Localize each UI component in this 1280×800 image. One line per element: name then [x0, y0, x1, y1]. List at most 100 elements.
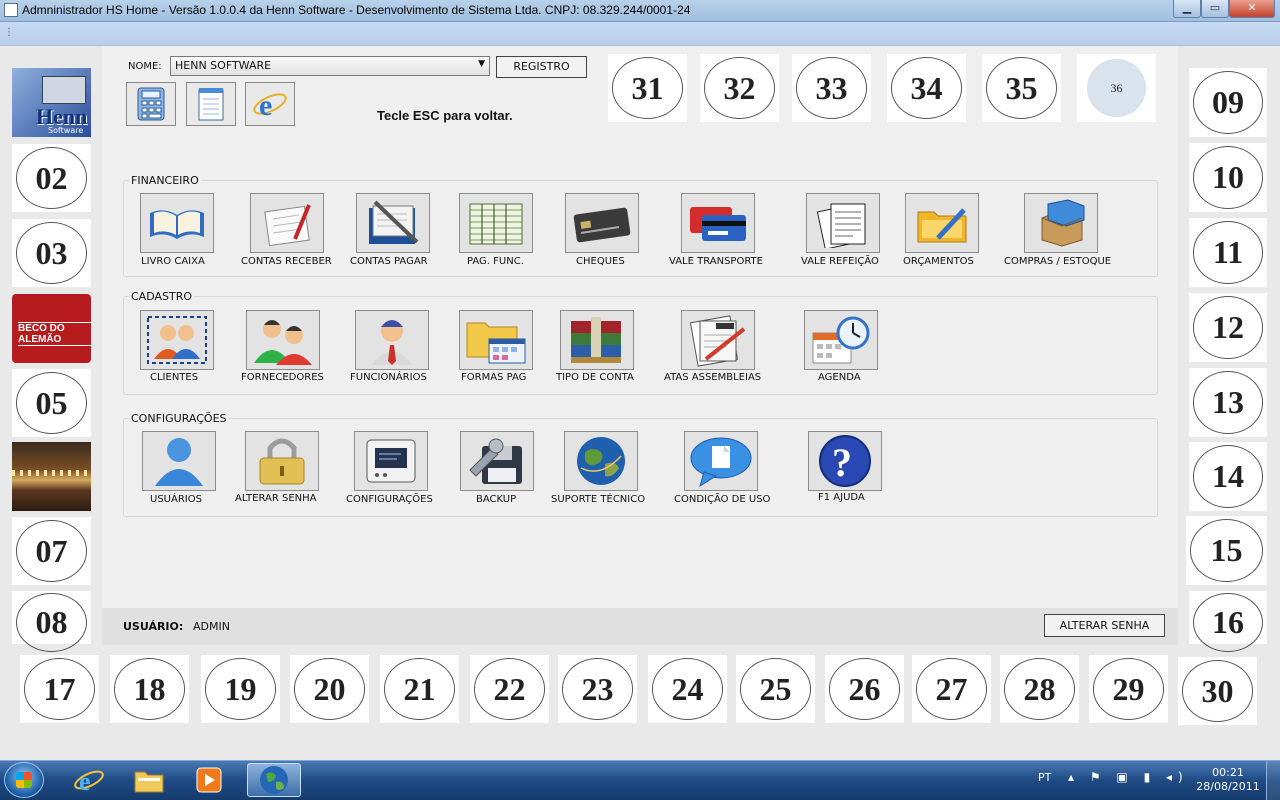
shortcut-tile-27[interactable]: 27 — [912, 655, 991, 723]
atas-assembleias-button[interactable] — [681, 310, 755, 370]
toolbar-grip-icon[interactable]: ⋮ — [4, 27, 14, 38]
calculator-button[interactable] — [126, 82, 176, 126]
start-button[interactable] — [4, 762, 44, 798]
shortcut-tile-28[interactable]: 28 — [1000, 655, 1079, 723]
cheques-button[interactable] — [565, 193, 639, 253]
vale-refeicao-button[interactable] — [806, 193, 880, 253]
vale-transporte-button[interactable] — [681, 193, 755, 253]
status-bar — [102, 608, 1178, 645]
formas-pag-button[interactable] — [459, 310, 533, 370]
shortcut-tile-08[interactable]: 08 — [12, 591, 91, 653]
shortcut-tile-25[interactable]: 25 — [736, 655, 815, 723]
shortcut-tile-10[interactable]: 10 — [1189, 143, 1267, 212]
chevron-down-icon[interactable]: ▼ — [478, 59, 485, 69]
livro-caixa-button[interactable] — [140, 193, 214, 253]
shortcut-tile-02[interactable]: 02 — [12, 144, 91, 212]
tile-number: 09 — [1192, 71, 1264, 134]
notepad-button[interactable] — [186, 82, 236, 126]
funcionarios-label: FUNCIONÁRIOS — [350, 372, 427, 383]
shortcut-tile-22[interactable]: 22 — [470, 655, 549, 723]
funcionarios-button[interactable] — [355, 310, 429, 370]
shortcut-tile-03[interactable]: 03 — [12, 219, 91, 287]
registro-button[interactable]: REGISTRO — [496, 56, 587, 78]
taskbar-hs-home-app[interactable] — [247, 763, 301, 797]
clientes-button[interactable] — [140, 310, 214, 370]
shortcut-tile-36[interactable]: 36 — [1077, 54, 1156, 122]
f1-ajuda-label: F1 AJUDA — [818, 492, 865, 503]
tile-number: 05 — [15, 372, 88, 434]
taskbar-clock[interactable]: 00:21 28/08/2011 — [1190, 766, 1266, 794]
shortcut-tile-09[interactable]: 09 — [1189, 68, 1267, 137]
show-desktop-button[interactable] — [1266, 761, 1280, 800]
shortcut-tile-17[interactable]: 17 — [20, 655, 99, 723]
tipo-de-conta-button[interactable] — [560, 310, 634, 370]
taskbar-internet-explorer[interactable]: e — [62, 763, 116, 797]
shortcut-tile-14[interactable]: 14 — [1189, 442, 1267, 511]
shortcut-tile-19[interactable]: 19 — [201, 655, 280, 723]
alterar-senha-button[interactable]: ALTERAR SENHA — [1044, 614, 1165, 637]
shortcut-tile-20[interactable]: 20 — [290, 655, 369, 723]
shortcut-tile-23[interactable]: 23 — [558, 655, 637, 723]
clock-date: 28/08/2011 — [1196, 780, 1260, 793]
shortcut-tile-12[interactable]: 12 — [1189, 293, 1267, 362]
condicao-de-uso-button[interactable] — [684, 431, 758, 491]
shortcut-tile-32[interactable]: 32 — [700, 54, 779, 122]
contas-pagar-button[interactable] — [356, 193, 430, 253]
folder-pen-icon — [369, 200, 419, 244]
compras-estoque-label: COMPRAS / ESTOQUE — [1004, 256, 1112, 267]
condicao-de-uso-label: CONDIÇÃO DE USO — [674, 494, 771, 505]
tile-number: 07 — [15, 520, 88, 582]
suporte-tecnico-button[interactable] — [564, 431, 638, 491]
taskbar-file-explorer[interactable] — [122, 763, 176, 797]
compras-estoque-button[interactable] — [1024, 193, 1098, 253]
shortcut-tile-21[interactable]: 21 — [380, 655, 459, 723]
contas-receber-button[interactable] — [250, 193, 324, 253]
shortcut-tile-33[interactable]: 33 — [792, 54, 871, 122]
shortcut-tile-05[interactable]: 05 — [12, 369, 91, 437]
usuario-label: USUÁRIO: — [123, 620, 184, 633]
shortcut-tile-15[interactable]: 15 — [1186, 516, 1267, 585]
mall-photo[interactable] — [12, 442, 91, 511]
backup-button[interactable] — [460, 431, 534, 491]
shortcut-tile-26[interactable]: 26 — [825, 655, 904, 723]
calendar-clock-icon — [812, 316, 870, 364]
shortcut-tile-11[interactable]: 11 — [1189, 218, 1267, 287]
taskbar-media-player[interactable] — [182, 763, 236, 797]
system-tray-icons[interactable]: ▴ ⚑ ▣ ▮ ◂) — [1068, 770, 1189, 784]
henn-software-logo[interactable]: Henn Software — [12, 68, 91, 137]
configuracoes-button[interactable] — [354, 431, 428, 491]
shortcut-tile-35[interactable]: 35 — [982, 54, 1061, 122]
internet-explorer-button[interactable]: e — [245, 82, 295, 126]
notepad-icon — [198, 88, 224, 121]
tile-number: 12 — [1192, 296, 1264, 359]
tile-number: 25 — [739, 658, 812, 720]
shortcut-tile-31[interactable]: 31 — [608, 54, 687, 122]
shortcut-tile-07[interactable]: 07 — [12, 517, 91, 585]
usuarios-button[interactable] — [142, 431, 216, 491]
maximize-button[interactable]: ▭ — [1201, 0, 1229, 18]
shortcut-tile-29[interactable]: 29 — [1089, 655, 1168, 723]
tile-number: 33 — [795, 57, 868, 119]
shortcut-tile-18[interactable]: 18 — [110, 655, 189, 723]
alterar-senha-icon-button[interactable] — [245, 431, 319, 491]
shortcut-tile-34[interactable]: 34 — [887, 54, 966, 122]
floppy-disk-icon — [469, 438, 522, 484]
tile-number: 28 — [1003, 658, 1076, 720]
pag-func-button[interactable] — [459, 193, 533, 253]
shortcut-tile-16[interactable]: 16 — [1189, 591, 1267, 653]
shortcut-tile-13[interactable]: 13 — [1189, 368, 1267, 437]
language-indicator[interactable]: PT — [1038, 771, 1051, 784]
nome-select[interactable]: HENN SOFTWARE ▼ — [170, 56, 490, 76]
agenda-button[interactable] — [804, 310, 878, 370]
minimize-button[interactable]: ▁ — [1173, 0, 1201, 18]
shortcut-tile-24[interactable]: 24 — [648, 655, 727, 723]
orcamentos-button[interactable] — [905, 193, 979, 253]
beco-do-alemao-logo[interactable]: BECO DO ALEMÃO — [12, 294, 91, 363]
close-button[interactable]: ✕ — [1229, 0, 1275, 18]
shortcut-tile-30[interactable]: 30 — [1178, 657, 1257, 725]
usuarios-label: USUÁRIOS — [150, 494, 202, 505]
fornecedores-button[interactable] — [246, 310, 320, 370]
tile-number: 08 — [15, 592, 88, 653]
window-title-bar[interactable]: Admninistrador HS Home - Versão 1.0.0.4 … — [0, 0, 1280, 22]
f1-ajuda-button[interactable]: ? — [808, 431, 882, 491]
